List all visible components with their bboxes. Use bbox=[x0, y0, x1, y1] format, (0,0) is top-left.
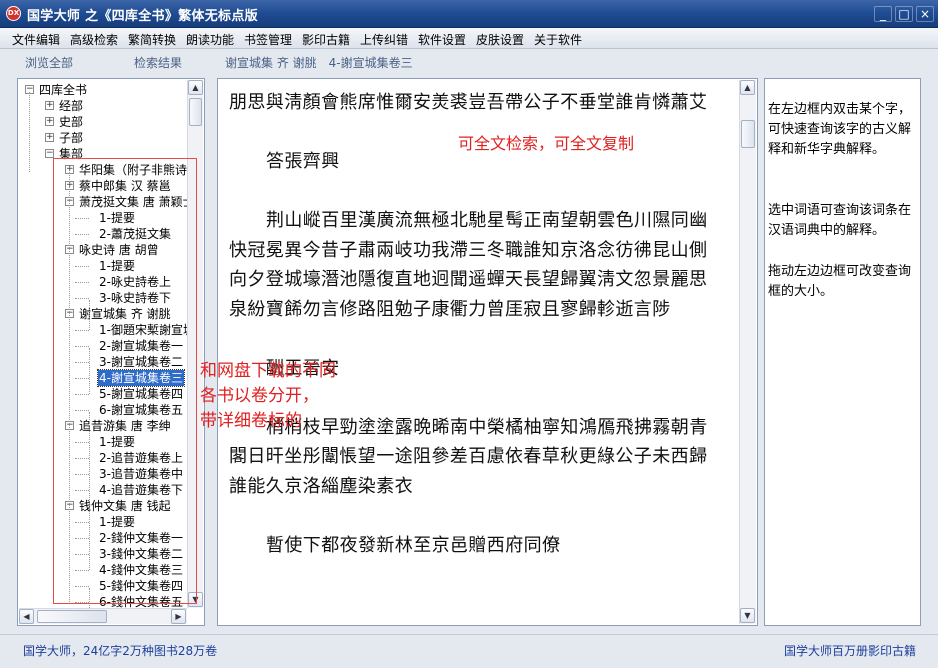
status-left[interactable]: 国学大师，24亿字2万种图书28万卷 bbox=[23, 642, 217, 659]
tree-node[interactable]: 子部 bbox=[58, 130, 84, 146]
text-line[interactable]: 泉紛寶餙勿言修路阻勉子康衢力曾厓寂且寥歸軫逝言陟 bbox=[229, 295, 671, 321]
expand-icon[interactable]: + bbox=[45, 117, 54, 126]
text-line[interactable]: 朋思與淸顏會熊席惟爾安羙裘豈吾帶公子不垂堂誰肯憐蕭艾 bbox=[229, 88, 707, 114]
expand-icon[interactable]: + bbox=[45, 101, 54, 110]
help-panel bbox=[764, 78, 921, 626]
maximize-button[interactable]: □ bbox=[895, 6, 913, 22]
breadcrumb: 谢宣城集 齐 谢朓 4-謝宣城集卷三 bbox=[225, 56, 413, 70]
tree-scroll-thumb[interactable] bbox=[189, 98, 202, 126]
help-text-3: 拖动左边边框可改变查询框的大小。 bbox=[768, 264, 912, 299]
help-text-1: 在左边框内双击某个字，可快速查询该字的古义解释和新华字典解释。 bbox=[768, 102, 912, 157]
menu-bookmarks[interactable]: 书签管理 bbox=[244, 31, 292, 48]
text-line[interactable]: 暫使下都夜發新林至京邑贈西府同僚 bbox=[266, 531, 560, 557]
menu-bar: 文件编辑 高级检索 繁简转换 朗读功能 书签管理 影印古籍 上传纠错 软件设置 … bbox=[0, 28, 938, 49]
expand-icon[interactable]: + bbox=[45, 133, 54, 142]
annotation-box bbox=[53, 158, 197, 604]
menu-facsimile[interactable]: 影印古籍 bbox=[302, 31, 350, 48]
content-scroll-up-icon[interactable]: ▲ bbox=[740, 80, 755, 95]
content-scroll-thumb[interactable] bbox=[741, 120, 755, 148]
menu-about[interactable]: 关于软件 bbox=[534, 31, 582, 48]
scroll-right-icon[interactable]: ▶ bbox=[171, 609, 186, 624]
note-line-2: 各书以卷分开， bbox=[200, 386, 319, 406]
collapse-icon[interactable]: − bbox=[45, 149, 54, 158]
text-line[interactable]: 荆山嵷百里漢廣流無極北馳星髩正南望朝雲色川隰同幽 bbox=[266, 206, 708, 232]
window-title: 国学大师 之《四库全书》繁体无标点版 bbox=[27, 9, 258, 24]
text-line[interactable]: 閣日旰坐彤闈悵望一途阻參差百慮依春草秋更綠公子未西歸 bbox=[229, 442, 707, 468]
text-line[interactable]: 快冠冕異今昔子肅兩岐功我滯三冬職誰知京洛念彷彿昆山側 bbox=[229, 236, 707, 262]
close-button[interactable]: × bbox=[916, 6, 934, 22]
tree-hscrollbar[interactable]: ◀ ▶ bbox=[19, 608, 187, 624]
tree-hscroll-thumb[interactable] bbox=[37, 610, 107, 623]
menu-file-edit[interactable]: 文件编辑 bbox=[12, 31, 60, 48]
title-bar: DX 国学大师 之《四库全书》繁体无标点版 _ □ × bbox=[0, 0, 938, 28]
text-line[interactable]: 誰能久京洛緇塵染素衣 bbox=[229, 472, 413, 498]
status-right[interactable]: 国学大师百万册影印古籍 bbox=[784, 642, 916, 659]
app-icon: DX bbox=[6, 6, 21, 21]
menu-skin[interactable]: 皮肤设置 bbox=[476, 31, 524, 48]
status-bar: 国学大师，24亿字2万种图书28万卷 国学大师百万册影印古籍 bbox=[0, 634, 938, 668]
note-line-3: 带详细卷标的 bbox=[200, 411, 302, 431]
tab-search-results[interactable]: 检索结果 bbox=[134, 54, 182, 72]
content-scroll-down-icon[interactable]: ▼ bbox=[740, 608, 755, 623]
content-vscrollbar[interactable]: ▲ ▼ bbox=[739, 80, 756, 624]
menu-convert[interactable]: 繁简转换 bbox=[128, 31, 176, 48]
minimize-button[interactable]: _ bbox=[874, 6, 892, 22]
tree-guide-line bbox=[29, 92, 30, 172]
menu-settings[interactable]: 软件设置 bbox=[418, 31, 466, 48]
scroll-up-icon[interactable]: ▲ bbox=[188, 80, 203, 95]
tree-node[interactable]: 史部 bbox=[58, 114, 84, 130]
tree-node[interactable]: 四库全书 bbox=[38, 82, 88, 98]
text-line[interactable]: 梢梢枝早勁塗塗露晩晞南中榮橘柚寧知鴻鴈飛拂霧朝青 bbox=[266, 413, 708, 439]
menu-advanced-search[interactable]: 高级检索 bbox=[70, 31, 118, 48]
tab-browse-all[interactable]: 浏览全部 bbox=[25, 54, 73, 72]
menu-upload-errata[interactable]: 上传纠错 bbox=[360, 31, 408, 48]
text-line[interactable]: 向夕登城壕潛池隱復直地迥聞遥蟬天長望歸翼淸文忽景麗思 bbox=[229, 265, 707, 291]
menu-read-aloud[interactable]: 朗读功能 bbox=[186, 31, 234, 48]
note-fulltext: 可全文检索，可全文复制 bbox=[458, 134, 635, 153]
help-text-2: 选中词语可查询该词条在汉语词典中的解释。 bbox=[768, 203, 912, 238]
tree-node[interactable]: 经部 bbox=[58, 98, 84, 114]
note-line-1: 和网盘下载的不同 bbox=[200, 361, 336, 381]
scroll-left-icon[interactable]: ◀ bbox=[19, 609, 34, 624]
text-line[interactable]: 答張齊興 bbox=[266, 147, 340, 173]
